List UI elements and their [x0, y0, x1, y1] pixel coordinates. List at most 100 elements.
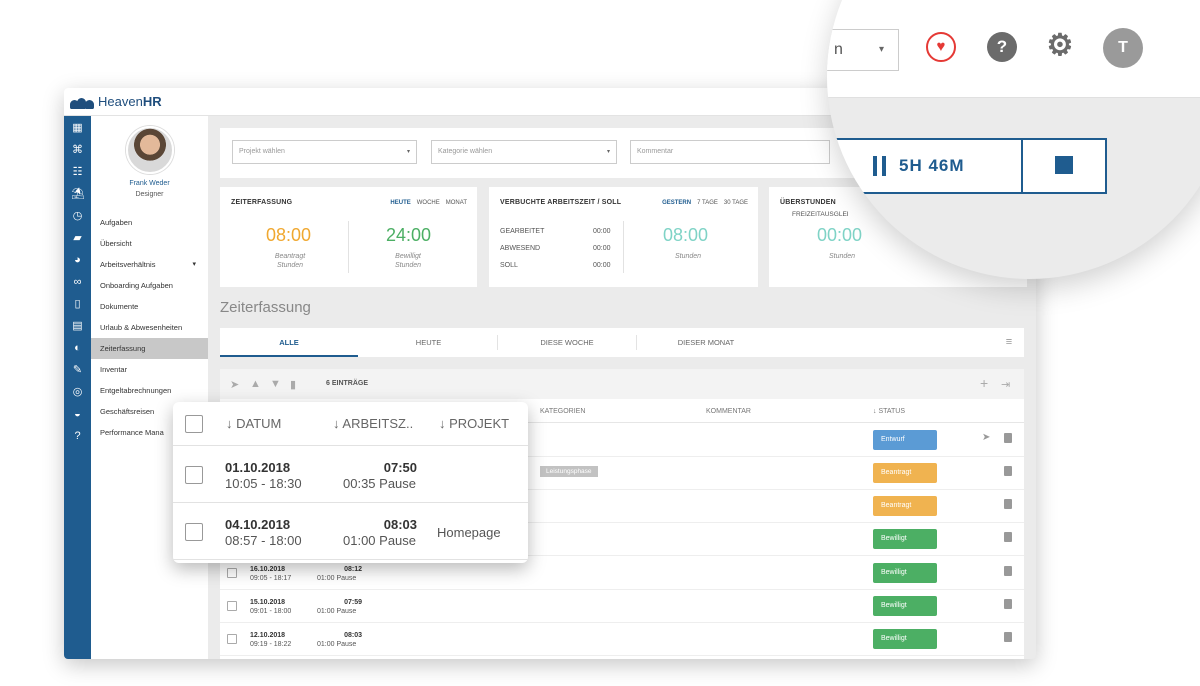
- row-hours: 07:50: [383, 460, 417, 475]
- row-time-range: 08:57 - 18:00: [225, 533, 302, 548]
- heart-icon[interactable]: ♥: [926, 32, 956, 62]
- card-title: VERBUCHTE ARBEITSZEIT / SOLL: [500, 199, 622, 206]
- trash-icon[interactable]: [1004, 632, 1012, 642]
- nav-item-entgelt[interactable]: Entgeltabrechnungen: [91, 380, 208, 401]
- magnified-select-value: n: [834, 41, 843, 58]
- tab-30-tage[interactable]: 30 TAGE: [724, 200, 748, 206]
- nav-item-inventar[interactable]: Inventar: [91, 359, 208, 380]
- tab-7-tage[interactable]: 7 TAGE: [697, 200, 718, 206]
- row-checkbox[interactable]: [227, 601, 237, 611]
- gauge-icon[interactable]: ◒: [71, 408, 84, 421]
- user-avatar[interactable]: T: [1103, 28, 1143, 68]
- row-checkbox[interactable]: [227, 634, 237, 644]
- header-kommentar[interactable]: KOMMENTAR: [706, 408, 751, 415]
- nav-item-urlaub[interactable]: Urlaub & Abwesenheiten: [91, 317, 208, 338]
- trash-icon[interactable]: [1004, 532, 1012, 542]
- send-icon[interactable]: ➤: [230, 378, 239, 391]
- send-icon[interactable]: ➤: [982, 432, 990, 443]
- table-row[interactable]: 04.10.2018 08:57 - 18:00 08:03 01:00 Pau…: [173, 504, 528, 560]
- header-kategorien[interactable]: KATEGORIEN: [540, 408, 585, 415]
- team-icon[interactable]: ☷: [71, 166, 84, 179]
- delete-icon[interactable]: ▮: [290, 378, 296, 391]
- status-badge: Beantragt: [873, 463, 937, 483]
- abwesend-value: 00:00: [593, 245, 611, 252]
- trash-icon[interactable]: [1004, 566, 1012, 576]
- chevron-down-icon: ▾: [192, 261, 196, 268]
- trash-icon[interactable]: [1004, 433, 1012, 443]
- target-icon[interactable]: ◎: [71, 386, 84, 399]
- section-title: Zeiterfassung: [220, 299, 311, 316]
- nav-item-uebersicht[interactable]: Übersicht: [91, 233, 208, 254]
- kommentar-input[interactable]: Kommentar: [630, 140, 830, 164]
- shield-icon[interactable]: ◐: [71, 342, 84, 355]
- tab-heute[interactable]: HEUTE: [390, 200, 410, 206]
- row-projekt: Homepage: [437, 525, 501, 540]
- row-checkbox[interactable]: [227, 568, 237, 578]
- heavenhr-logo[interactable]: Heaven HR: [70, 94, 162, 109]
- divider: [1021, 140, 1023, 192]
- trash-icon[interactable]: [1004, 499, 1012, 509]
- stopwatch-icon[interactable]: ◷: [71, 210, 84, 223]
- nav-item-aufgaben[interactable]: Aufgaben: [91, 212, 208, 233]
- freizeitausgleich-label: FREIZEITAUSGLEI: [792, 211, 849, 218]
- org-chart-icon[interactable]: ⌘: [71, 144, 84, 157]
- header-datum[interactable]: ↓ DATUM: [226, 416, 281, 431]
- nav-item-onboarding[interactable]: Onboarding Aufgaben: [91, 275, 208, 296]
- row-checkbox[interactable]: [185, 523, 203, 541]
- reject-icon[interactable]: ▼: [270, 378, 281, 390]
- add-icon[interactable]: +: [980, 375, 988, 391]
- handshake-icon[interactable]: ∞: [71, 276, 84, 289]
- pause-icon[interactable]: [873, 156, 887, 176]
- export-icon[interactable]: ⇥: [1001, 378, 1010, 391]
- list-toolbar: ➤ ▲ ▼ ▮ 6 EINTRÄGE + ⇥: [220, 369, 1024, 399]
- stop-icon[interactable]: [1055, 156, 1073, 174]
- pie-chart-icon[interactable]: ◕: [71, 254, 84, 267]
- trash-icon[interactable]: [1004, 466, 1012, 476]
- magnified-select[interactable]: n ▾: [827, 29, 899, 71]
- verbuchte-arbeitszeit-card: VERBUCHTE ARBEITSZEIT / SOLL GESTERN 7 T…: [489, 187, 758, 287]
- kategorie-select[interactable]: Kategorie wählen ▾: [431, 140, 617, 164]
- row-pause: 01:00 Pause: [343, 533, 417, 548]
- projekt-select[interactable]: Projekt wählen ▾: [232, 140, 417, 164]
- filter-icon[interactable]: ≡: [994, 328, 1024, 357]
- gear-icon[interactable]: ⚙: [1045, 31, 1075, 62]
- tab-gestern[interactable]: GESTERN: [662, 200, 691, 206]
- user-name[interactable]: Frank Weder: [91, 180, 208, 187]
- tab-alle[interactable]: ALLE: [220, 328, 358, 357]
- user-avatar[interactable]: [126, 126, 174, 174]
- wallet-icon[interactable]: ▰: [71, 232, 84, 245]
- soll-value: 00:00: [593, 262, 611, 269]
- table-row[interactable]: 15.10.2018 09:01 - 18:00 07:59 01:00 Pau…: [220, 590, 1024, 623]
- nav-item-dokumente[interactable]: Dokumente: [91, 296, 208, 317]
- nav-item-arbeitsverhaeltnis[interactable]: Arbeitsverhältnis ▾: [91, 254, 208, 275]
- tab-dieser-monat[interactable]: DIESER MONAT: [637, 328, 775, 357]
- table-row[interactable]: 01.10.2018 10:05 - 18:30 07:50 00:35 Pau…: [173, 447, 528, 503]
- phone-icon[interactable]: ▯: [71, 298, 84, 311]
- header-arbeitszeit[interactable]: ↓ ARBEITSZ..: [333, 416, 413, 431]
- help-icon[interactable]: ?: [987, 32, 1017, 62]
- document-edit-icon[interactable]: ✎: [71, 364, 84, 377]
- header-projekt[interactable]: ↓ PROJEKT: [439, 416, 509, 431]
- help-icon[interactable]: ?: [71, 430, 84, 443]
- select-all-checkbox[interactable]: [185, 415, 203, 433]
- verbucht-label: Stunden: [674, 253, 702, 260]
- table-row[interactable]: 12.10.2018 09:19 - 18:22 08:03 01:00 Pau…: [220, 623, 1024, 656]
- tab-heute[interactable]: HEUTE: [360, 328, 497, 357]
- beach-icon[interactable]: ⛱: [71, 188, 85, 201]
- verbucht-value: 08:00: [663, 225, 709, 245]
- calendar-icon[interactable]: ▤: [71, 320, 84, 333]
- nav-item-zeiterfassung[interactable]: Zeiterfassung: [91, 338, 208, 359]
- trash-icon[interactable]: [1004, 599, 1012, 609]
- tab-woche[interactable]: WOCHE: [417, 200, 440, 206]
- dashboard-icon[interactable]: ▦: [71, 122, 84, 135]
- screenshot-stage: Heaven HR ▦ ⌘ ☷ ⛱ ◷ ▰ ◕ ∞ ▯ ▤ ◐ ✎ ◎ ◒ ? F…: [0, 0, 1200, 686]
- approve-icon[interactable]: ▲: [250, 378, 261, 390]
- chevron-down-icon: ▾: [606, 149, 610, 155]
- tab-diese-woche[interactable]: DIESE WOCHE: [498, 328, 636, 357]
- icon-sidebar: ▦ ⌘ ☷ ⛱ ◷ ▰ ◕ ∞ ▯ ▤ ◐ ✎ ◎ ◒ ?: [64, 116, 91, 659]
- tab-monat[interactable]: MONAT: [446, 200, 467, 206]
- header-status[interactable]: ↓ STATUS: [873, 408, 905, 415]
- card-period-tabs: HEUTE WOCHE MONAT: [390, 200, 467, 206]
- row-checkbox[interactable]: [185, 466, 203, 484]
- card-period-tabs: GESTERN 7 TAGE 30 TAGE: [662, 200, 748, 206]
